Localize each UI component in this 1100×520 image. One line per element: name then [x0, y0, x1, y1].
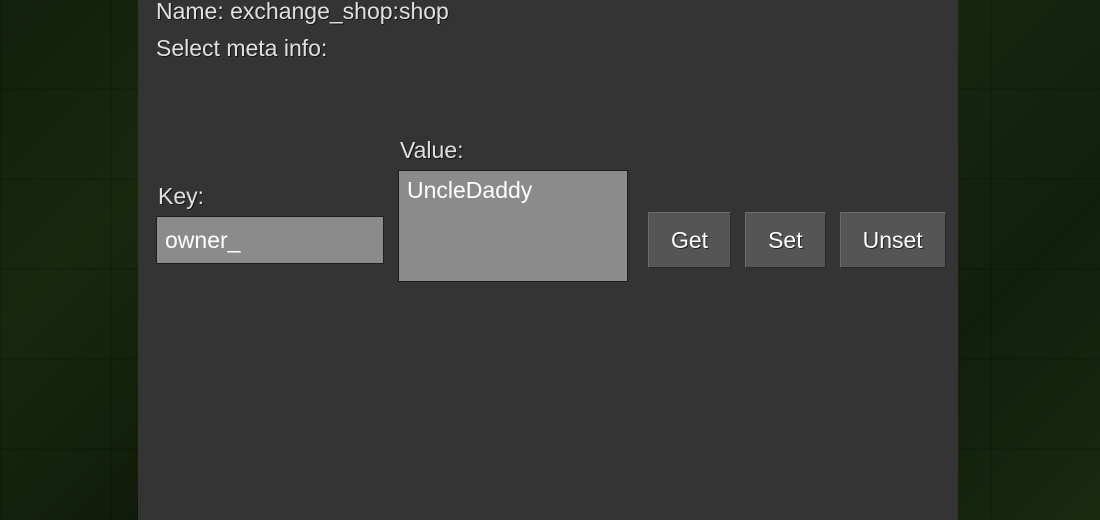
meta-edit-row: Key: Value: Get Set Unset: [156, 212, 940, 268]
value-textarea[interactable]: [398, 170, 628, 282]
name-label: Name:: [156, 0, 224, 24]
value-field-wrap: Value:: [398, 198, 628, 282]
meta-editor-panel: Name: exchange_shop:shop Select meta inf…: [138, 0, 958, 520]
key-input[interactable]: [156, 216, 384, 264]
key-field-wrap: Key:: [156, 216, 384, 264]
name-value: exchange_shop:shop: [230, 0, 449, 24]
unset-button[interactable]: Unset: [840, 212, 946, 268]
node-name-line: Name: exchange_shop:shop: [156, 0, 940, 23]
get-button[interactable]: Get: [648, 212, 731, 268]
key-label: Key:: [158, 183, 204, 210]
value-label: Value:: [400, 137, 464, 164]
set-button[interactable]: Set: [745, 212, 826, 268]
meta-select-label: Select meta info:: [156, 35, 940, 62]
